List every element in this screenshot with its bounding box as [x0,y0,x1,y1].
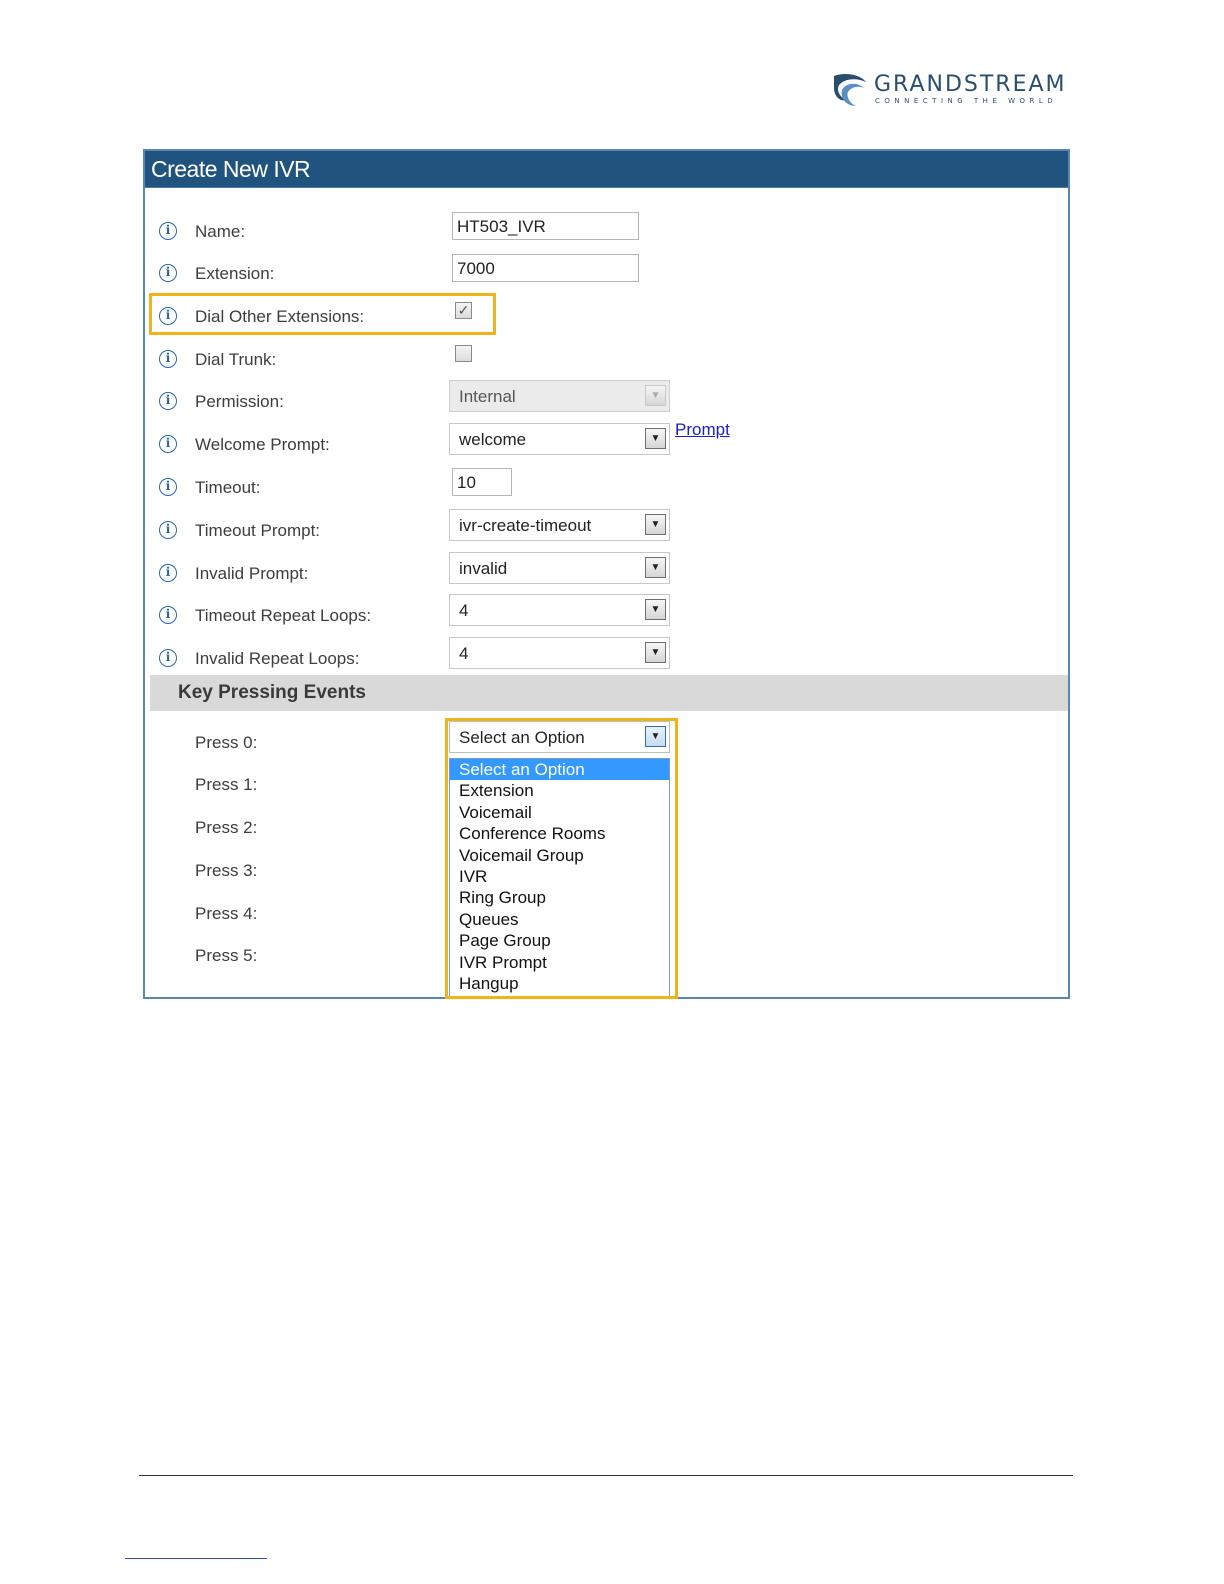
chevron-down-icon[interactable]: ▼ [645,514,666,535]
press-label: Press 1: [195,775,258,794]
timeout-prompt-select[interactable]: ivr-create-timeout ▼ [449,509,670,541]
dial-other-extensions-highlight [149,293,496,335]
row-welcome-prompt: i Welcome Prompt: welcome ▼ Prompt [145,420,1068,463]
info-icon[interactable]: i [159,649,177,667]
timeout-input[interactable]: 10 [452,468,512,496]
logo-tagline: CONNECTING THE WORLD [875,97,1058,105]
dialog-header: Create New IVR [145,151,1068,188]
welcome-prompt-value: welcome [459,430,527,449]
info-icon[interactable]: i [159,392,177,410]
chevron-down-icon[interactable]: ▼ [645,428,666,449]
chevron-down-icon[interactable]: ▼ [645,599,666,620]
row-invalid-prompt: i Invalid Prompt: invalid ▼ [145,552,1068,592]
permission-label: Permission: [195,392,284,411]
permission-select: Internal ▼ [449,380,670,412]
press-label: Press 4: [195,904,258,923]
invalid-repeat-loops-value: 4 [459,644,469,663]
welcome-prompt-select[interactable]: welcome ▼ [449,423,670,455]
invalid-repeat-loops-label: Invalid Repeat Loops: [195,649,360,668]
timeout-prompt-value: ivr-create-timeout [459,516,592,535]
info-icon[interactable]: i [159,564,177,582]
extension-input[interactable]: 7000 [452,254,639,282]
press-0-dropdown-highlight [445,718,678,999]
grandstream-logo: GRANDSTREAM CONNECTING THE WORLD [830,70,1075,110]
timeout-repeat-loops-value: 4 [459,601,469,620]
row-timeout-prompt: i Timeout Prompt: ivr-create-timeout ▼ [145,509,1068,549]
extension-label: Extension: [195,264,275,283]
row-timeout-repeat-loops: i Timeout Repeat Loops: 4 ▼ [145,594,1068,634]
press-label: Press 0: [195,733,258,752]
invalid-prompt-value: invalid [459,559,508,578]
press-label: Press 2: [195,818,258,837]
grandstream-logo-mark-icon [834,74,866,106]
invalid-repeat-loops-select[interactable]: 4 ▼ [449,637,670,669]
section-title: Key Pressing Events [178,682,366,703]
create-ivr-dialog: Create New IVR i Name: HT503_IVR i Exten… [143,149,1070,999]
row-permission: i Permission: Internal ▼ [145,380,1068,420]
info-icon[interactable]: i [159,222,177,240]
chevron-down-icon[interactable]: ▼ [645,557,666,578]
row-name: i Name: HT503_IVR [145,212,1068,250]
info-icon[interactable]: i [159,606,177,624]
row-extension: i Extension: 7000 [145,254,1068,292]
info-icon[interactable]: i [159,350,177,368]
press-label: Press 5: [195,946,258,965]
info-icon[interactable]: i [159,435,177,453]
logo-wordmark: GRANDSTREAM [874,72,1067,97]
chevron-down-icon[interactable]: ▼ [645,642,666,663]
prompt-link[interactable]: Prompt [675,420,730,440]
dialog-title: Create New IVR [151,156,311,182]
timeout-repeat-loops-select[interactable]: 4 ▼ [449,594,670,626]
key-pressing-events-header: Key Pressing Events [150,675,1068,711]
name-label: Name: [195,222,246,241]
row-invalid-repeat-loops: i Invalid Repeat Loops: 4 ▼ [145,637,1068,677]
permission-value: Internal [459,387,516,406]
timeout-label: Timeout: [195,478,261,497]
info-icon[interactable]: i [159,521,177,539]
invalid-prompt-label: Invalid Prompt: [195,564,309,583]
footer-divider [139,1475,1073,1476]
dial-trunk-label: Dial Trunk: [195,350,277,369]
footer-link-underline [125,1558,267,1559]
timeout-prompt-label: Timeout Prompt: [195,521,321,540]
row-dial-trunk: i Dial Trunk: [145,345,1068,378]
info-icon[interactable]: i [159,478,177,496]
name-input[interactable]: HT503_IVR [452,212,639,240]
row-timeout: i Timeout: 10 [145,468,1068,506]
info-icon[interactable]: i [159,264,177,282]
welcome-prompt-label: Welcome Prompt: [195,435,330,454]
timeout-repeat-loops-label: Timeout Repeat Loops: [195,606,372,625]
press-label: Press 3: [195,861,258,880]
chevron-down-icon: ▼ [645,385,666,406]
invalid-prompt-select[interactable]: invalid ▼ [449,552,670,584]
dial-trunk-checkbox[interactable] [455,345,472,362]
